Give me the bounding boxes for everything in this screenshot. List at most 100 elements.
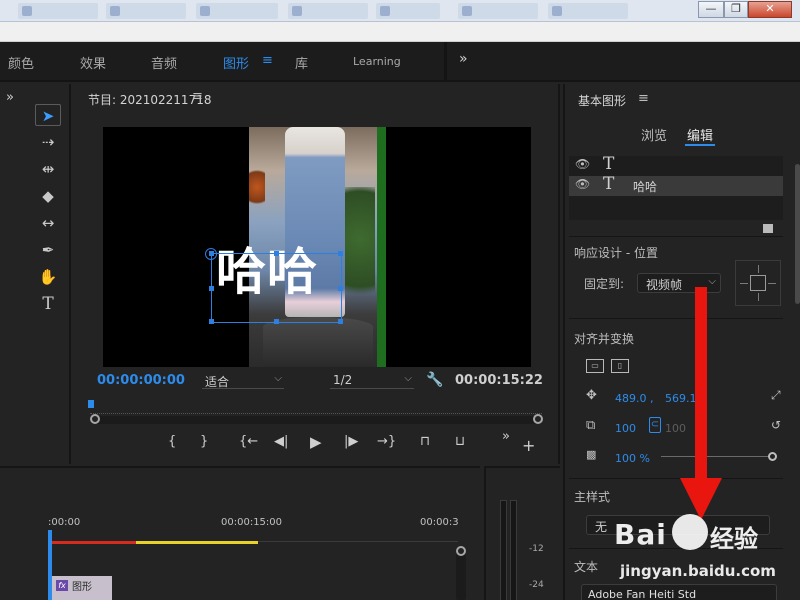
ripple-edit-tool-icon[interactable]: ⇹ [35, 158, 61, 180]
go-to-in-button[interactable]: {← [239, 434, 258, 449]
graphic-clip[interactable]: fx 图形 [50, 576, 112, 600]
app-icon [110, 6, 120, 16]
align-vertical-center-icon[interactable]: ▭ [586, 359, 604, 373]
workspace-tab-audio[interactable]: 音频 [151, 53, 177, 72]
resolution-dropdown[interactable]: 1/2 ⌵ [330, 373, 414, 389]
workspace-tab-color[interactable]: 颜色 [8, 53, 34, 72]
pin-edge-left[interactable] [740, 283, 748, 284]
slip-tool-icon[interactable]: ↔ [35, 212, 61, 234]
transform-handle[interactable] [338, 286, 343, 291]
opacity-slider[interactable] [661, 456, 771, 457]
eye-icon[interactable]: 👁 [575, 177, 590, 191]
play-button[interactable]: ▶ [310, 433, 322, 451]
controls-overflow-icon[interactable]: » [502, 429, 510, 444]
taskbar-tab[interactable] [106, 3, 186, 19]
timeline-playhead[interactable] [48, 530, 52, 600]
panel-scrollbar[interactable] [795, 164, 800, 304]
opacity-slider-handle[interactable] [768, 452, 777, 461]
opacity-value[interactable]: 100 % [615, 452, 650, 465]
pin-edge-right[interactable] [768, 283, 776, 284]
tab-edit[interactable]: 编辑 [687, 125, 713, 144]
audio-meter-panel: -12 -24 [484, 466, 560, 600]
monitor-playhead[interactable] [88, 400, 94, 408]
scale-height-value[interactable]: 100 [665, 422, 686, 435]
taskbar-tab[interactable] [196, 3, 278, 19]
transform-handle[interactable] [274, 319, 279, 324]
new-layer-icon[interactable] [763, 224, 773, 233]
link-scale-icon[interactable]: ⊂ [649, 417, 661, 433]
selection-tool-icon[interactable]: ➤ [35, 104, 61, 126]
pin-edges-widget[interactable] [735, 260, 781, 306]
workspace-tab-learning[interactable]: Learning [353, 55, 401, 68]
frame-plant [345, 187, 375, 317]
pin-edge-bottom[interactable] [758, 293, 759, 301]
extract-button[interactable]: ⊔ [455, 434, 465, 449]
workspace-tab-libraries[interactable]: 库 [295, 53, 308, 72]
scrollbar-handle[interactable] [456, 546, 466, 556]
zoom-scrollbar[interactable] [90, 416, 542, 424]
razor-tool-icon[interactable]: ◆ [35, 185, 61, 207]
transform-handle[interactable] [338, 319, 343, 324]
taskbar-tab[interactable] [458, 3, 538, 19]
workspace-tab-graphics[interactable]: 图形 [223, 53, 249, 72]
essential-graphics-title[interactable]: 基本图形 [578, 92, 626, 109]
anchor-point-icon[interactable] [205, 248, 217, 260]
taskbar-tab[interactable] [288, 3, 368, 19]
scale-value[interactable]: 100 [615, 422, 636, 435]
track-select-tool-icon[interactable]: ⇢ [35, 131, 61, 153]
step-forward-button[interactable]: |▶ [344, 434, 358, 449]
master-style-value: 无 [595, 520, 608, 534]
workspace-overflow-icon[interactable]: » [459, 51, 468, 67]
button-editor-add-icon[interactable]: + [522, 436, 535, 455]
taskbar-tab[interactable] [548, 3, 628, 19]
go-to-out-button[interactable]: →} [377, 434, 396, 449]
pin-to-dropdown[interactable]: 视频帧 ⌵ [637, 273, 721, 293]
eye-icon[interactable]: 👁 [575, 157, 590, 171]
graphic-layers-list: 👁 T 👁 T 哈哈 [569, 154, 783, 220]
workspace-tab-effects[interactable]: 效果 [80, 53, 106, 72]
panel-overflow-icon[interactable]: » [6, 90, 14, 105]
frame-pedestal [263, 317, 373, 367]
lift-button[interactable]: ⊓ [420, 434, 430, 449]
zoom-scrollbar-handle[interactable] [90, 414, 100, 424]
close-button[interactable]: ✕ [748, 1, 792, 18]
workspace-menu-icon[interactable]: ≡ [262, 53, 273, 68]
transform-handle[interactable] [338, 251, 343, 256]
hand-tool-icon[interactable]: ✋ [35, 266, 61, 288]
transform-handle[interactable] [209, 286, 214, 291]
section-divider [569, 318, 783, 319]
master-style-label: 主样式 [574, 490, 611, 504]
panel-menu-icon[interactable]: ≡ [638, 91, 649, 106]
position-x-value[interactable]: 489.0 , [615, 392, 653, 405]
transform-handle[interactable] [274, 251, 279, 256]
timeline-time-label: 00:00:15:00 [221, 517, 283, 528]
minimize-button[interactable]: — [698, 1, 724, 18]
fit-dropdown[interactable]: 适合 ⌵ [202, 373, 284, 389]
step-back-button[interactable]: ◀| [274, 434, 288, 449]
restore-button[interactable]: ❐ [724, 1, 748, 18]
monitor-time-ruler[interactable] [90, 404, 542, 414]
layer-row[interactable]: 👁 T [569, 154, 783, 176]
video-viewer[interactable]: 哈哈 [103, 127, 531, 367]
settings-wrench-icon[interactable]: 🔧 [426, 372, 443, 388]
program-menu-icon[interactable]: ≡ [192, 89, 203, 104]
type-tool-icon[interactable]: T [35, 293, 61, 315]
mark-in-button[interactable]: { [168, 434, 176, 449]
mark-out-button[interactable]: } [200, 434, 208, 449]
tab-browse[interactable]: 浏览 [641, 125, 667, 144]
taskbar-tab[interactable] [18, 3, 98, 19]
taskbar-tab[interactable] [376, 3, 440, 19]
pen-tool-icon[interactable]: ✒ [35, 239, 61, 261]
transform-handle[interactable] [209, 319, 214, 324]
align-horizontal-center-icon[interactable]: ▯ [611, 359, 629, 373]
align-transform-label: 对齐并变换 [574, 332, 635, 346]
layer-row[interactable]: 👁 T 哈哈 [569, 174, 783, 196]
rotation-icon[interactable]: ↺ [771, 418, 781, 432]
zoom-scrollbar-handle[interactable] [533, 414, 543, 424]
tools-panel: ➤ ⇢ ⇹ ◆ ↔ ✒ ✋ T [27, 84, 71, 464]
position-y-value[interactable]: 569.1 [665, 392, 697, 405]
pin-edge-top[interactable] [758, 265, 759, 273]
anchor-icon[interactable]: ⤢ [771, 388, 781, 403]
playhead-timecode[interactable]: 00:00:00:00 [97, 373, 185, 388]
text-bounding-box[interactable] [209, 251, 343, 324]
